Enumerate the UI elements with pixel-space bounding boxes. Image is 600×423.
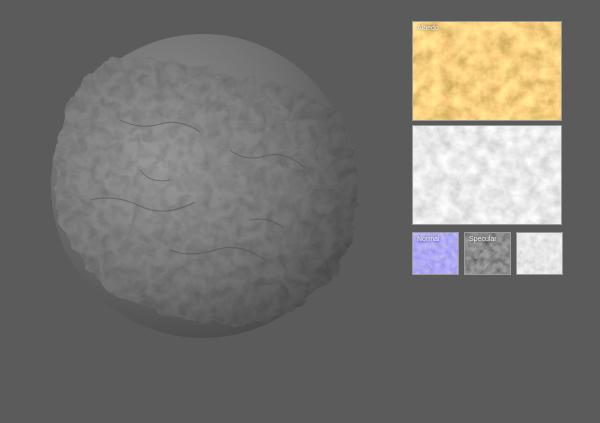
albedo-texture (413, 22, 561, 120)
specular-map-panel[interactable]: Specular (464, 232, 511, 275)
normal-map-panel[interactable]: Normal (412, 232, 459, 275)
normal-label: Normal (417, 236, 440, 243)
albedo-map-panel[interactable]: Albedo (412, 21, 562, 121)
roughness-texture (517, 233, 562, 274)
roughness-map-panel[interactable] (516, 232, 563, 275)
height-texture (413, 126, 561, 224)
specular-label: Specular (469, 236, 497, 243)
height-map-panel[interactable] (412, 125, 562, 225)
albedo-label: Albedo (417, 25, 439, 32)
